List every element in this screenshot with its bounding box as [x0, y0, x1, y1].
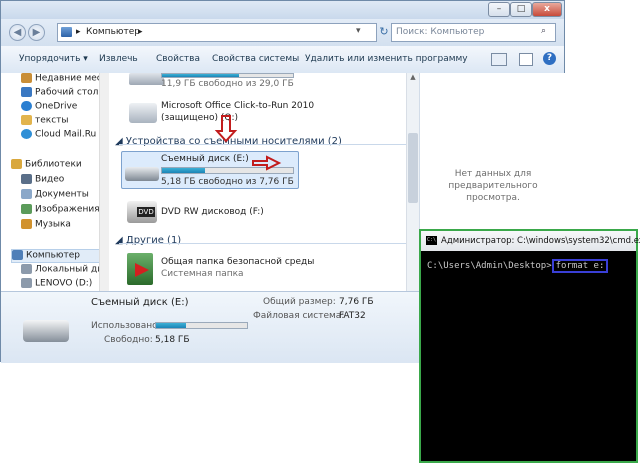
back-button[interactable]: ◀ [9, 24, 26, 41]
details-total-label: Общий размер: [263, 297, 336, 307]
nav-local-disk[interactable]: Локальный ди [21, 264, 103, 278]
details-total-value: 7,76 ГБ [339, 297, 374, 307]
address-row: ◀ ▶ ▸ Компьютер ▸ ▾ ↻ Поиск: Компьютер ⌕ [1, 19, 564, 46]
nav-desktop[interactable]: Рабочий стол [21, 87, 103, 101]
details-name: Съемный диск (E:) [91, 297, 189, 308]
details-free-value: 5,18 ГБ [155, 335, 190, 345]
nav-music[interactable]: Музыка [21, 219, 103, 233]
content-scrollbar[interactable]: ▲ [406, 73, 420, 291]
cmd-line[interactable]: C:\Users\Admin\Desktop> format e: [427, 259, 609, 273]
cmd-window: C:\ Администратор: C:\windows\system32\c… [419, 229, 640, 463]
system-properties-button[interactable]: Свойства системы [212, 54, 299, 64]
scroll-up-icon[interactable]: ▲ [408, 73, 418, 83]
forward-button[interactable]: ▶ [28, 24, 45, 41]
breadcrumb-location[interactable]: Компьютер [86, 27, 140, 37]
title-bar: – □ x [1, 1, 564, 19]
documents-icon [21, 189, 32, 199]
cmd-prompt: C:\Users\Admin\Desktop> [427, 261, 552, 271]
cmd-title-bar: C:\ Администратор: C:\windows\system32\c… [421, 231, 640, 251]
annotation-arrow-down [214, 115, 238, 143]
scroll-thumb[interactable] [408, 133, 418, 203]
help-icon[interactable]: ? [543, 52, 556, 65]
cmd-title: Администратор: C:\windows\system32\cmd.e… [441, 236, 640, 246]
annotation-arrow-left [252, 155, 282, 171]
local-disk-icon [21, 264, 32, 274]
removable-disk-large-icon [23, 320, 69, 342]
recent-places-icon [21, 73, 32, 83]
details-used-bar [155, 322, 248, 329]
close-button[interactable]: x [532, 2, 562, 17]
breadcrumb-separator[interactable]: ▸ [138, 27, 143, 37]
details-used-label: Использовано: [91, 321, 161, 331]
cmd-command-highlight: format e: [551, 259, 609, 273]
refresh-icon[interactable]: ↻ [378, 23, 390, 42]
eject-button[interactable]: Извлечь [99, 54, 138, 64]
uninstall-program-button[interactable]: Удалить или изменить программу [305, 54, 468, 64]
details-fs-value: FAT32 [339, 311, 366, 321]
music-icon [21, 219, 32, 229]
command-toolbar: Упорядочить ▾ Извлечь Свойства Свойства … [1, 46, 564, 74]
cmd-app-icon: C:\ [426, 236, 437, 245]
nav-video[interactable]: Видео [21, 174, 103, 188]
address-dropdown-icon[interactable]: ▾ [356, 26, 361, 36]
computer-small-icon [61, 27, 72, 37]
search-placeholder: Поиск: Компьютер [396, 27, 485, 37]
folder-icon [21, 115, 32, 125]
view-options-icon[interactable] [491, 53, 507, 66]
images-icon [21, 204, 32, 214]
onedrive-icon [21, 101, 32, 111]
nav-lenovo-drive[interactable]: LENOVO (D:) [21, 278, 103, 292]
preview-message: Нет данных для предварительного просмотр… [448, 169, 538, 203]
maximize-button[interactable]: □ [510, 2, 532, 17]
nav-cloud-mail[interactable]: Cloud Mail.Ru [21, 129, 103, 143]
details-free-label: Свободно: [104, 335, 153, 345]
minimize-button[interactable]: – [488, 2, 510, 17]
properties-button[interactable]: Свойства [156, 54, 200, 64]
cloud-mail-icon [21, 129, 32, 139]
nav-recent[interactable]: Недавние мест [21, 73, 103, 87]
nav-libraries[interactable]: Библиотеки [11, 159, 103, 173]
organize-button[interactable]: Упорядочить ▾ [19, 54, 88, 64]
search-icon[interactable]: ⌕ [541, 26, 546, 36]
nav-onedrive[interactable]: OneDrive [21, 101, 103, 115]
details-used-bar-fill [156, 323, 187, 328]
video-icon [21, 174, 32, 184]
preview-pane-icon[interactable] [519, 53, 533, 66]
nav-computer[interactable]: Компьютер [11, 249, 103, 263]
computer-icon [12, 250, 23, 260]
details-fs-label: Файловая система: [253, 311, 345, 321]
drive-icon [21, 278, 32, 288]
nav-documents[interactable]: Документы [21, 189, 103, 203]
breadcrumb-arrow[interactable]: ▸ [76, 27, 81, 37]
nav-texts[interactable]: тексты [21, 115, 103, 129]
libraries-icon [11, 159, 22, 169]
desktop-icon [21, 87, 32, 97]
content-pane: 11,9 ГБ свободно из 29,0 ГБ Microsoft Of… [109, 73, 419, 291]
search-input[interactable]: Поиск: Компьютер ⌕ [391, 23, 556, 42]
nav-images[interactable]: Изображения [21, 204, 103, 218]
nav-scrollbar[interactable] [99, 73, 109, 291]
annotation-arrows [214, 115, 282, 171]
address-bar[interactable]: ▸ Компьютер ▸ ▾ [57, 23, 377, 42]
navigation-pane: Недавние мест Рабочий стол OneDrive текс… [1, 73, 110, 291]
